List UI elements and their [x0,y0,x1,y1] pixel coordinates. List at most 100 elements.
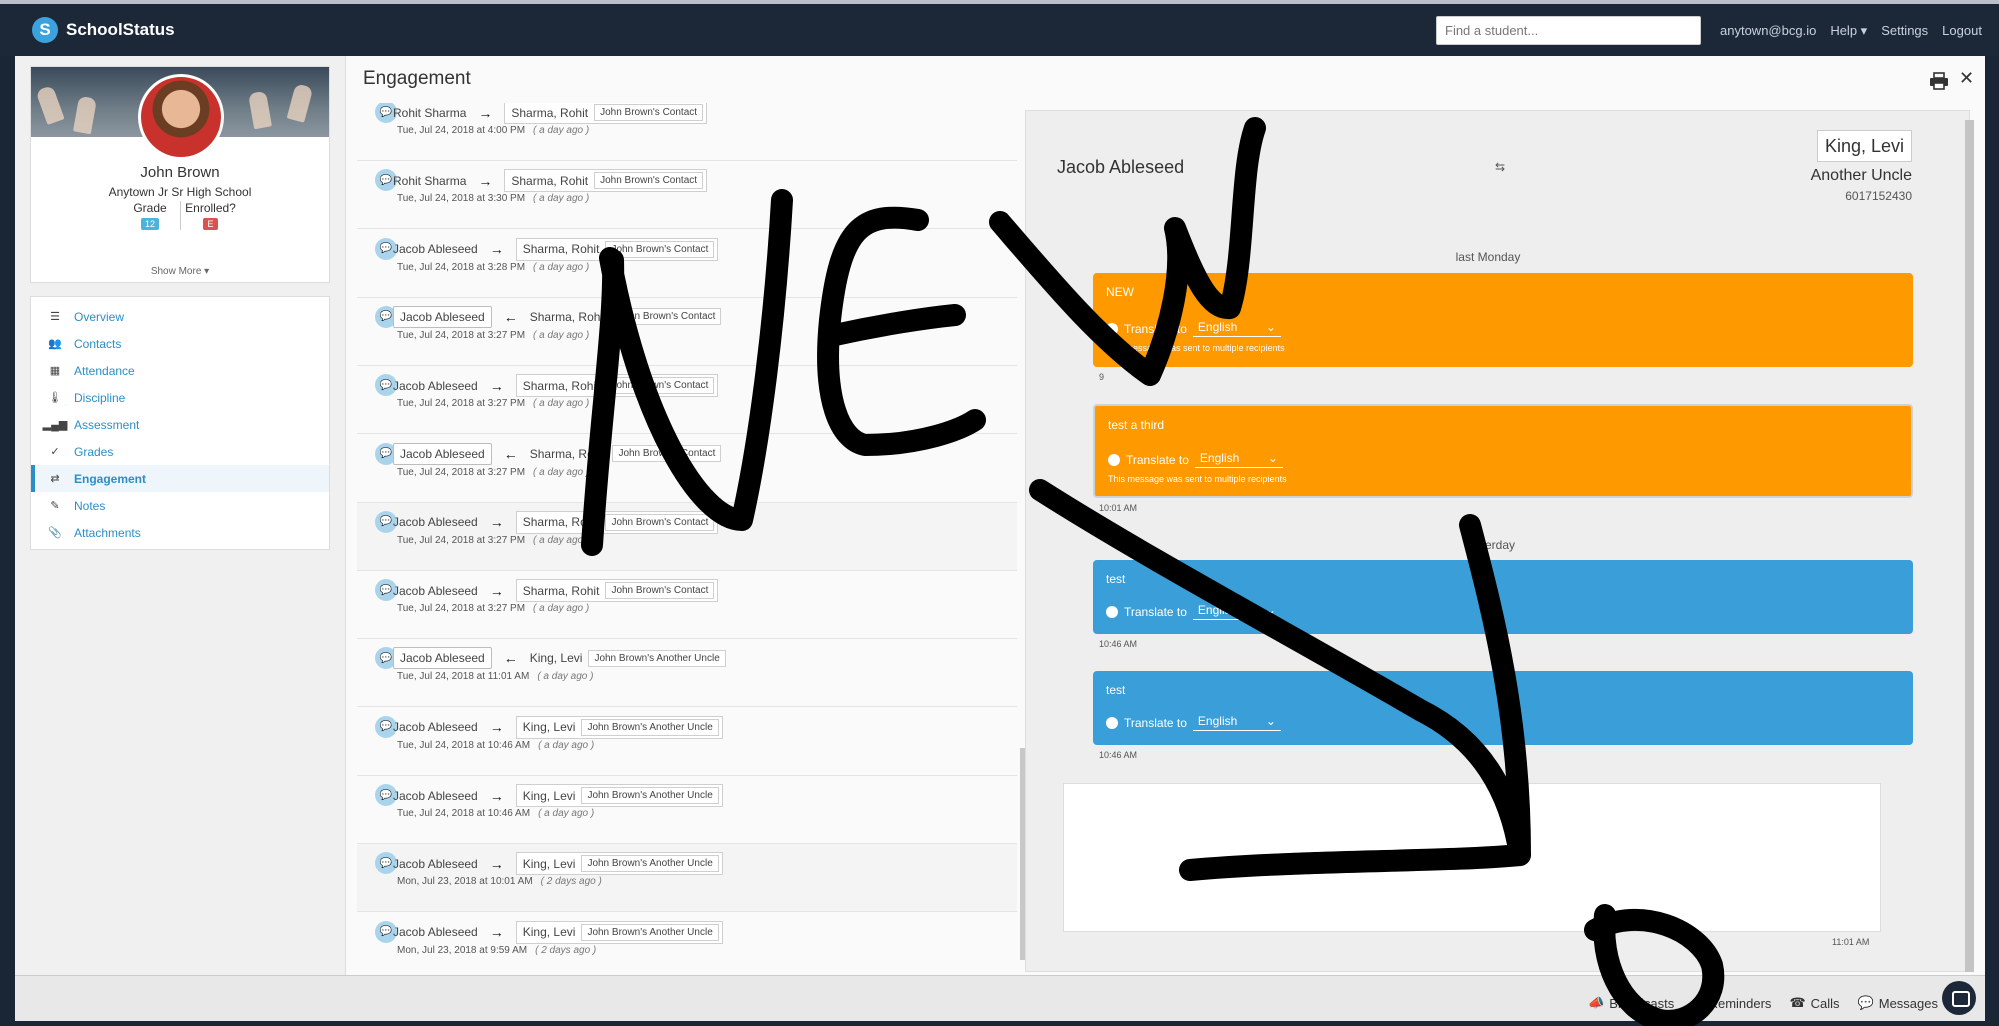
brand[interactable]: S SchoolStatus [32,17,175,43]
clock-icon: ◷ [1692,995,1704,1010]
logout-link[interactable]: Logout [1942,23,1982,39]
users-icon: 👥 [48,338,62,350]
globe-icon [1106,716,1118,729]
calls-link[interactable]: ☎ Calls [1789,995,1839,1011]
student-search-input[interactable] [1436,16,1701,45]
close-icon[interactable]: ✕ [1959,68,1974,89]
nav-item-label: Assessment [74,417,140,432]
recipient-name: Sharma, Rohit [511,173,589,188]
message-relative-time: ( a day ago ) [533,466,590,478]
language-select[interactable]: English ⌄ [1194,451,1283,468]
translate-control: Translate to English ⌄ [1106,714,1281,731]
message-participants: Jacob Ableseed → King, Levi John Brown's An… [393,852,723,876]
broadcasts-label: Broadcasts [1609,995,1675,1011]
conversation-recipient-name[interactable]: King, Levi [1817,130,1912,162]
nav-item-discipline[interactable]: 🌡 Discipline [31,384,329,411]
message-list-row[interactable]: 💬 Rohit Sharma → Sharma, Rohit John Brown's … [357,103,1017,161]
settings-link[interactable]: Settings [1881,23,1928,39]
message-bubble[interactable]: NEW Translate to English ⌄ This message w… [1093,273,1913,367]
message-date: Tue, Jul 24, 2018 at 3:27 PM [397,466,526,478]
arrow-left-icon: ← [503,445,518,462]
conversation-scrollbar[interactable] [1965,120,1974,972]
message-time: 10:01 AM [1099,503,1138,513]
nav-item-label: Engagement [74,471,147,486]
contact-relation-tag: John Brown's Contact [605,240,715,258]
enrolled-label: Enrolled? [185,201,236,215]
recipient-name: Sharma, Rohit [522,242,600,257]
message-date: Mon, Jul 23, 2018 at 9:59 AM [397,944,528,956]
message-timestamp: Tue, Jul 24, 2018 at 3:27 PM ( a day ago … [397,603,589,614]
language-select[interactable]: English ⌄ [1192,603,1281,620]
arrow-right-icon: → [489,514,504,531]
language-select[interactable]: English ⌄ [1192,714,1281,731]
recipient-name: Sharma, Rohit [522,378,600,393]
nav-item-attendance[interactable]: ▦ Attendance [31,357,329,384]
nav-item-overview[interactable]: ☰ Overview [31,303,329,330]
recipient-name: Sharma, Rohit [522,515,600,530]
chat-launcher-button[interactable] [1942,981,1976,1015]
message-list-row[interactable]: 💬 Jacob Ableseed → King, Levi John Brown's A… [357,913,1017,973]
message-bubble[interactable]: test Translate to English ⌄ [1093,671,1913,745]
language-select[interactable]: English ⌄ [1192,320,1281,337]
message-list-row[interactable]: 💬 Jacob Ableseed → Sharma, Rohit John Brown'… [357,571,1017,640]
reminders-link[interactable]: ◷ Reminders [1692,995,1771,1011]
arrow-left-icon: ← [503,650,518,667]
arrow-right-icon: → [478,104,493,121]
contact-relation-tag: John Brown's Contact [594,172,704,190]
nav-item-notes[interactable]: ✎ Notes [31,492,329,519]
list-icon: ☰ [50,311,60,323]
sender-name: Jacob Ableseed [393,242,478,257]
contact-relation-tag: John Brown's Another Uncle [588,649,726,667]
sender-name: Rohit Sharma [393,105,467,120]
message-participants: Jacob Ableseed ← King, Levi John Brown's An… [393,647,726,670]
nav-item-grades[interactable]: ✓ Grades [31,438,329,465]
message-list-row[interactable]: 💬 Jacob Ableseed ← King, Levi John Brown's A… [357,639,1017,708]
message-list-row[interactable]: 💬 Jacob Ableseed → Sharma, Rohit John Brown'… [357,366,1017,435]
date-separator: erday [1484,538,1516,552]
swap-direction-icon[interactable]: ⇆ [1495,160,1505,174]
broadcasts-link[interactable]: 📣 Broadcasts [1588,995,1674,1011]
message-timestamp: Tue, Jul 24, 2018 at 3:27 PM ( a day ago … [397,535,589,546]
message-list-row[interactable]: 💬 Jacob Ableseed → King, Levi John Brown's A… [357,708,1017,776]
message-date: Tue, Jul 24, 2018 at 3:27 PM [397,603,526,615]
globe-icon [1108,453,1120,466]
message-list-row[interactable]: 💬 Jacob Ableseed → King, Levi John Brown's A… [357,776,1017,844]
nav-item-contacts[interactable]: 👥 Contacts [31,330,329,357]
message-timestamp: Tue, Jul 24, 2018 at 10:46 AM ( a day ago… [397,808,594,819]
recipient: Sharma, Rohit John Brown's Contact [504,169,708,193]
nav-item-label: Attachments [74,525,141,540]
message-list-row[interactable]: 💬 Jacob Ableseed → Sharma, Rohit John Brown'… [357,502,1017,571]
message-bubble[interactable]: test a third Translate to English ⌄ This … [1093,404,1913,498]
nav-item-assessment[interactable]: ▂▄▆ Assessment [31,411,329,438]
recipient: King, Levi John Brown's Another Uncle [530,649,726,667]
nav-item-attachments[interactable]: 📎 Attachments [31,519,329,546]
user-email-link[interactable]: anytown@bcg.io [1720,23,1816,39]
print-icon[interactable] [1929,72,1949,90]
show-more-toggle[interactable]: Show More ▾ [31,266,329,277]
message-bubble[interactable]: test Translate to English ⌄ [1093,560,1913,634]
message-list-row[interactable]: 💬 Rohit Sharma → Sharma, Rohit John Brown's … [357,161,1017,230]
contact-relation-tag: John Brown's Contact [612,308,722,326]
translate-control: Translate to English ⌄ [1106,320,1281,337]
sender-name: Jacob Ableseed [393,856,478,871]
message-participants: Jacob Ableseed ← Sharma, Rohit John Brown's… [393,305,722,328]
schoolstatus-logo-icon: S [32,17,58,43]
brand-name: SchoolStatus [66,20,175,39]
enrolled-badge: E [203,218,218,230]
message-list-row[interactable]: 💬 Jacob Ableseed ← Sharma, Rohit John Brown'… [357,435,1017,503]
calendar-icon: ▦ [49,365,61,377]
message-list-row[interactable]: 💬 Jacob Ableseed → Sharma, Rohit John Brown'… [357,230,1017,298]
sender-name: Jacob Ableseed [393,442,492,465]
sender-name: Jacob Ableseed [393,720,478,735]
messages-link[interactable]: 💬 Messages [1858,995,1938,1011]
message-date: Tue, Jul 24, 2018 at 10:46 AM [397,808,531,819]
message-list-row[interactable]: 💬 Jacob Ableseed → King, Levi John Brown's A… [357,844,1017,913]
sender-name: Jacob Ableseed [393,305,492,328]
compose-message-area[interactable] [1063,783,1881,932]
message-time: 9 [1099,372,1105,382]
help-dropdown[interactable]: Help ▾ [1830,23,1867,39]
nav-item-engagement[interactable]: ⇄ Engagement [31,465,329,492]
recipient: Sharma, Rohit John Brown's Contact [504,103,708,124]
message-list-row[interactable]: 💬 Jacob Ableseed ← Sharma, Rohit John Brown'… [357,298,1017,366]
message-relative-time: ( a day ago ) [533,398,590,410]
